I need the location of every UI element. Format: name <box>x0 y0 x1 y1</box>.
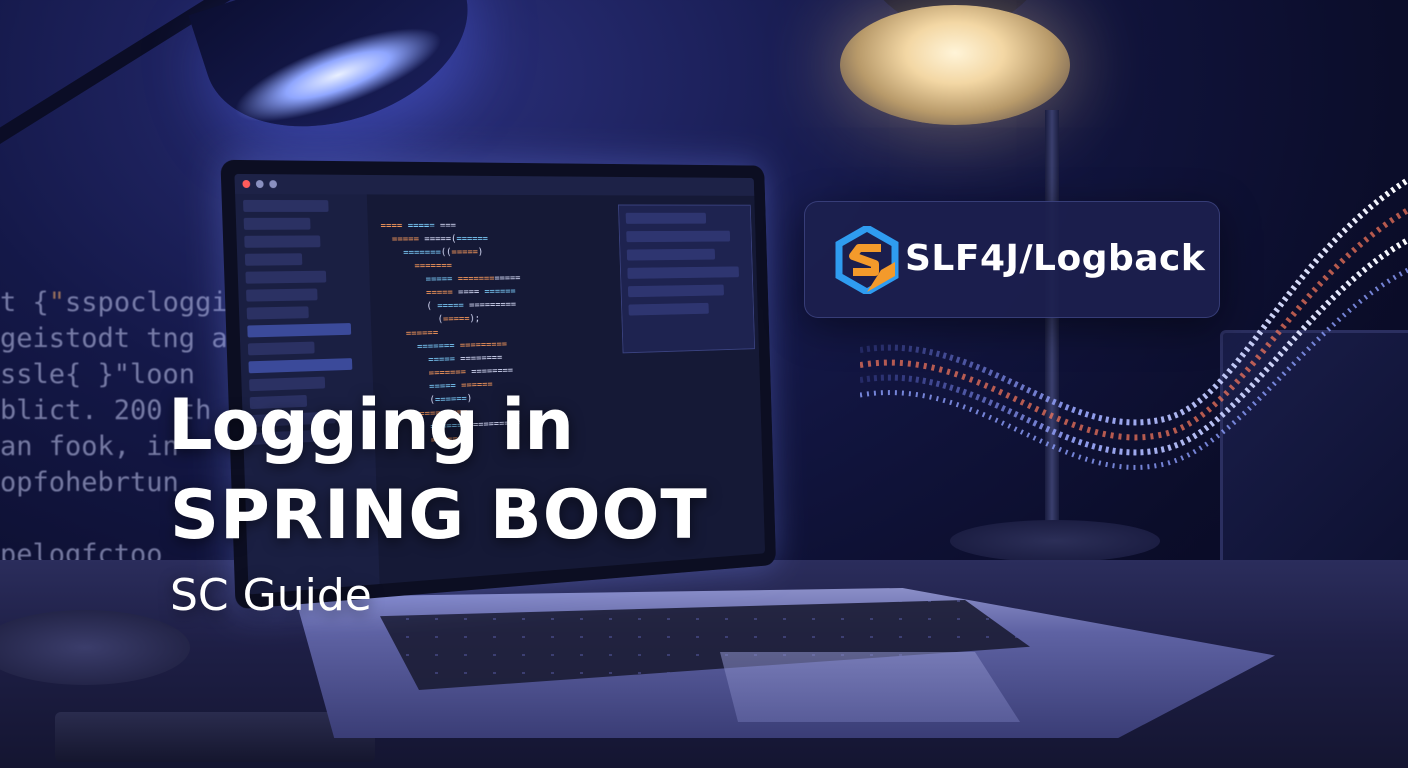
ide-side-panel <box>618 205 755 354</box>
minimize-dot-icon <box>256 180 264 188</box>
desk-lamp-base <box>950 520 1160 562</box>
phone-on-desk <box>55 712 375 762</box>
headline-subtitle: SC Guide <box>170 570 372 621</box>
maximize-dot-icon <box>269 180 277 188</box>
hero-illustration: t {"sspocloggi geistodt tng a ssle{ }"lo… <box>0 0 1408 768</box>
badge-label: SLF4J/Logback <box>905 238 1205 279</box>
laptop-trackpad <box>720 652 1020 722</box>
headline-line-2: SPRING BOOT <box>170 476 708 555</box>
hexagon-s-logo-icon <box>835 226 899 294</box>
ide-title-bar <box>234 174 754 196</box>
technology-badge: SLF4J/Logback <box>804 201 1220 318</box>
desk-lamp-right <box>840 5 1070 125</box>
close-dot-icon <box>242 180 250 188</box>
headline-line-1: Logging in <box>168 384 573 466</box>
code-stream-wave <box>860 140 1408 500</box>
